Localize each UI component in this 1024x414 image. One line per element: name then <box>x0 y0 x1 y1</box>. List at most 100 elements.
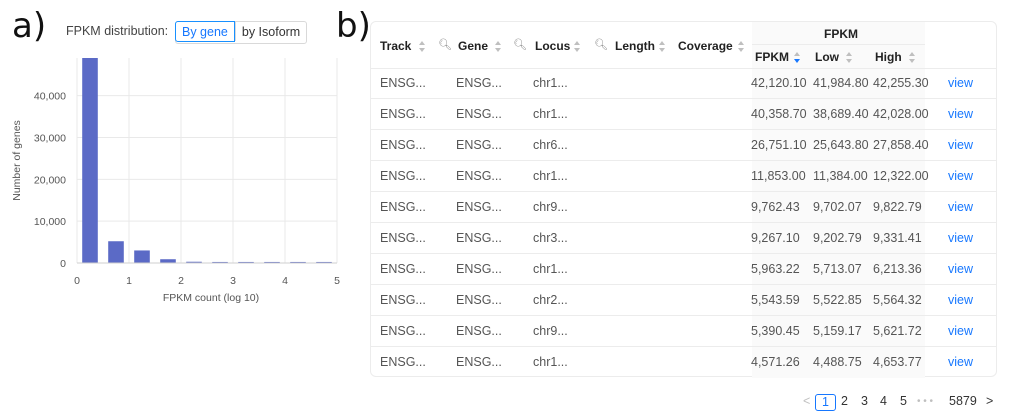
header-locus: Locus <box>535 39 571 53</box>
view-link[interactable]: view <box>948 355 973 369</box>
cell-track: ENSG... <box>380 293 426 307</box>
track-search-icon[interactable]: 🔍︎ <box>438 38 452 51</box>
fpkm-sort-icon[interactable] <box>794 52 801 64</box>
cell-low: 38,689.40 <box>813 107 869 121</box>
x-axis-title: FPKM count (log 10) <box>163 292 259 304</box>
table-row: ENSG... ENSG... chr1... 5,963.22 5,713.07 6,2… <box>371 254 996 285</box>
view-link[interactable]: view <box>948 138 973 152</box>
histogram-bar <box>134 250 150 263</box>
cell-high: 27,858.40 <box>873 138 929 152</box>
fpkm-histogram-chart: 0 1 2 3 4 5 0 10,000 20,000 30,000 40,000 FPKM coun… <box>11 58 340 304</box>
cell-track: ENSG... <box>380 231 426 245</box>
cell-locus: chr6... <box>533 138 568 152</box>
y-tick-label: 0 <box>60 258 66 270</box>
view-link[interactable]: view <box>948 262 973 276</box>
header-low: Low <box>815 50 839 64</box>
cell-locus: chr3... <box>533 231 568 245</box>
gene-sort-icon[interactable] <box>495 41 502 53</box>
x-tick-label: 5 <box>334 275 340 287</box>
cell-gene: ENSG... <box>456 138 502 152</box>
cell-track: ENSG... <box>380 169 426 183</box>
view-link[interactable]: view <box>948 76 973 90</box>
cell-fpkm: 40,358.70 <box>751 107 807 121</box>
cell-low: 4,488.75 <box>813 355 862 369</box>
gene-search-icon[interactable]: 🔍︎ <box>513 38 527 51</box>
cell-fpkm: 11,853.00 <box>751 169 806 183</box>
cell-track: ENSG... <box>380 324 426 338</box>
cell-fpkm: 9,762.43 <box>751 200 800 214</box>
cell-fpkm: 4,571.26 <box>751 355 800 369</box>
y-axis-title: Number of genes <box>11 120 23 201</box>
by-gene-toggle-button[interactable]: By gene <box>175 21 235 42</box>
pagination-page[interactable]: 2 <box>841 394 848 408</box>
view-link[interactable]: view <box>948 107 973 121</box>
x-tick-label: 0 <box>74 275 80 287</box>
table-row: ENSG... ENSG... chr1... 4,571.26 4,488.75 4,6… <box>371 347 996 378</box>
cell-low: 5,159.17 <box>813 324 862 338</box>
cell-track: ENSG... <box>380 262 426 276</box>
panel-a-letter: a) <box>12 6 47 46</box>
x-tick-label: 1 <box>126 275 132 287</box>
by-isoform-toggle-button[interactable]: by Isoform <box>234 22 306 41</box>
cell-locus: chr1... <box>533 262 568 276</box>
high-sort-icon[interactable] <box>909 52 916 64</box>
pagination-page[interactable]: 3 <box>861 394 868 408</box>
cell-locus: chr1... <box>533 107 568 121</box>
histogram-bar <box>108 241 124 263</box>
view-link[interactable]: view <box>948 293 973 307</box>
fpkm-table: Track 🔍︎ Gene 🔍︎ Locus 🔍︎ Length Coverag… <box>370 21 997 378</box>
table-row: ENSG... ENSG... chr2... 5,543.59 5,522.85 5,5… <box>371 285 996 316</box>
table-row: ENSG... ENSG... chr1... 42,120.10 41,984.80 4… <box>371 68 996 99</box>
pagination-page[interactable]: 5 <box>900 394 907 408</box>
track-sort-icon[interactable] <box>419 41 426 53</box>
cell-high: 42,255.30 <box>873 76 929 90</box>
cell-fpkm: 5,963.22 <box>751 262 800 276</box>
length-sort-icon[interactable] <box>659 41 666 53</box>
cell-high: 9,331.41 <box>873 231 922 245</box>
panel-b-letter: b) <box>336 6 371 46</box>
header-coverage: Coverage <box>678 39 733 53</box>
view-link[interactable]: view <box>948 324 973 338</box>
header-high: High <box>875 50 902 64</box>
cell-high: 6,213.36 <box>873 262 922 276</box>
cell-track: ENSG... <box>380 76 426 90</box>
x-tick-label: 2 <box>178 275 184 287</box>
header-fpkm: FPKM <box>755 50 789 64</box>
table-row: ENSG... ENSG... chr1... 40,358.70 38,689.40 4… <box>371 99 996 130</box>
distribution-toggle: By gene by Isoform <box>175 21 308 44</box>
cell-high: 5,564.32 <box>873 293 922 307</box>
locus-sort-icon[interactable] <box>574 41 581 53</box>
pagination-ellipsis[interactable]: • • • <box>917 396 933 407</box>
view-link[interactable]: view <box>948 169 973 183</box>
histogram-bar <box>160 259 176 263</box>
cell-track: ENSG... <box>380 107 426 121</box>
pagination-next[interactable]: > <box>986 394 993 408</box>
header-gene: Gene <box>458 39 489 53</box>
view-link[interactable]: view <box>948 231 973 245</box>
pagination-page[interactable]: 4 <box>880 394 887 408</box>
cell-low: 9,702.07 <box>813 200 862 214</box>
fpkm-distribution-label: FPKM distribution: <box>66 24 169 38</box>
cell-gene: ENSG... <box>456 355 502 369</box>
pagination-prev[interactable]: < <box>803 394 810 408</box>
x-tick-label: 4 <box>282 275 288 287</box>
cell-track: ENSG... <box>380 355 426 369</box>
x-tick-label: 3 <box>230 275 236 287</box>
cell-low: 11,384.00 <box>813 169 868 183</box>
low-sort-icon[interactable] <box>846 52 853 64</box>
cell-gene: ENSG... <box>456 200 502 214</box>
locus-search-icon[interactable]: 🔍︎ <box>594 38 608 51</box>
cell-low: 5,713.07 <box>813 262 862 276</box>
coverage-sort-icon[interactable] <box>738 41 745 53</box>
pagination-page-last[interactable]: 5879 <box>949 394 977 408</box>
cell-gene: ENSG... <box>456 231 502 245</box>
cell-track: ENSG... <box>380 138 426 152</box>
table-row: ENSG... ENSG... chr3... 9,267.10 9,202.79 9,3… <box>371 223 996 254</box>
view-link[interactable]: view <box>948 200 973 214</box>
cell-locus: chr9... <box>533 324 568 338</box>
cell-gene: ENSG... <box>456 169 502 183</box>
cell-high: 12,322.00 <box>873 169 929 183</box>
header-length: Length <box>615 39 655 53</box>
pagination-page-current[interactable]: 1 <box>815 394 836 411</box>
cell-high: 5,621.72 <box>873 324 922 338</box>
